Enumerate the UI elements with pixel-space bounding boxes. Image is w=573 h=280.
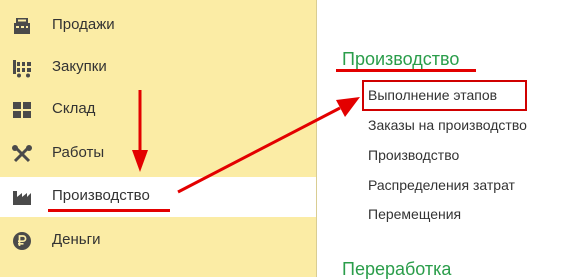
sidebar-item-works[interactable]: Работы — [0, 134, 316, 174]
sidebar-item-money[interactable]: Деньги — [0, 221, 316, 261]
main-panel: Производство Выполнение этапов Заказы на… — [317, 0, 573, 279]
link-cost-allocation[interactable]: Распределения затрат — [368, 176, 515, 194]
sidebar-item-label: Производство — [52, 187, 150, 204]
sidebar-item-sales[interactable]: Продажи — [0, 6, 316, 46]
link-production-orders[interactable]: Заказы на производство — [368, 116, 527, 134]
sales-icon — [11, 16, 33, 36]
annotation-underline-sidebar — [48, 209, 170, 212]
warehouse-icon — [11, 100, 33, 120]
sidebar-item-label: Закупки — [52, 58, 107, 75]
sidebar-item-label: Деньги — [52, 231, 101, 248]
section-title-production[interactable]: Производство — [342, 48, 459, 70]
sidebar-item-warehouse[interactable]: Склад — [0, 90, 316, 130]
ruble-icon — [11, 231, 33, 251]
factory-icon — [11, 187, 33, 207]
link-production[interactable]: Производство — [368, 146, 459, 164]
tools-icon — [11, 144, 33, 164]
sidebar-item-purchases[interactable]: Закупки — [0, 48, 316, 88]
annotation-highlight-box — [362, 80, 527, 111]
purchases-icon — [11, 58, 33, 78]
sidebar-item-label: Продажи — [52, 16, 115, 33]
link-transfers[interactable]: Перемещения — [368, 205, 461, 223]
sidebar: Продажи Закупки Склад Работы Производств… — [0, 0, 317, 277]
sidebar-item-label: Работы — [52, 144, 105, 161]
annotation-underline-section — [336, 69, 476, 72]
sidebar-item-label: Склад — [52, 100, 96, 117]
